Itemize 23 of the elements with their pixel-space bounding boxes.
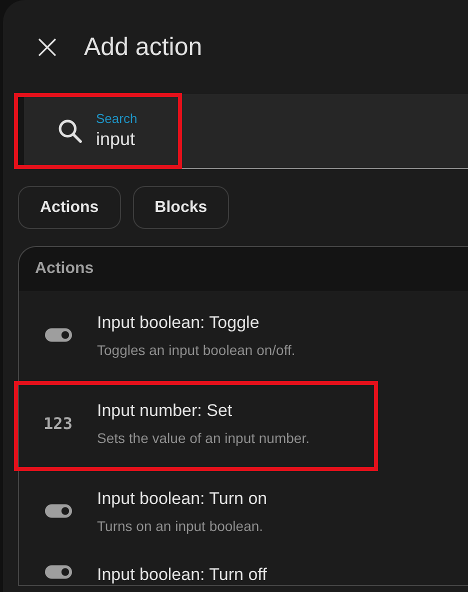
close-button[interactable]: × bbox=[33, 32, 59, 62]
item-title: Input boolean: Turn off bbox=[97, 565, 267, 585]
filter-chip[interactable]: Actions bbox=[18, 186, 121, 229]
item-description: Turns on an input boolean. bbox=[97, 518, 264, 534]
toggle-icon bbox=[44, 504, 72, 518]
search-label: Search bbox=[96, 110, 138, 126]
action-item[interactable]: 123 Input number: Set Sets the value of an input number. bbox=[19, 379, 468, 467]
item-title: Input boolean: Toggle bbox=[97, 312, 260, 332]
filter-chip[interactable]: Blocks bbox=[132, 186, 230, 229]
action-item[interactable]: Input boolean: Turn off bbox=[19, 555, 468, 585]
search-icon bbox=[56, 117, 84, 145]
item-description: Toggles an input boolean on/off. bbox=[97, 342, 296, 358]
toggle-icon bbox=[44, 565, 72, 579]
item-description: Sets the value of an input number. bbox=[97, 430, 310, 446]
item-title: Input boolean: Turn on bbox=[97, 488, 268, 508]
action-item[interactable]: Input boolean: Turn on Turns on an input boolean. bbox=[19, 467, 468, 555]
toggle-icon bbox=[44, 328, 72, 342]
search-input[interactable]: input bbox=[96, 128, 216, 150]
number-icon: 123 bbox=[44, 414, 72, 432]
dialog-title: Add action bbox=[84, 32, 202, 62]
section-title: Actions bbox=[35, 260, 94, 278]
item-title: Input number: Set bbox=[97, 400, 234, 420]
action-item[interactable]: Input boolean: Toggle Toggles an input boolean on/off. bbox=[19, 291, 468, 379]
